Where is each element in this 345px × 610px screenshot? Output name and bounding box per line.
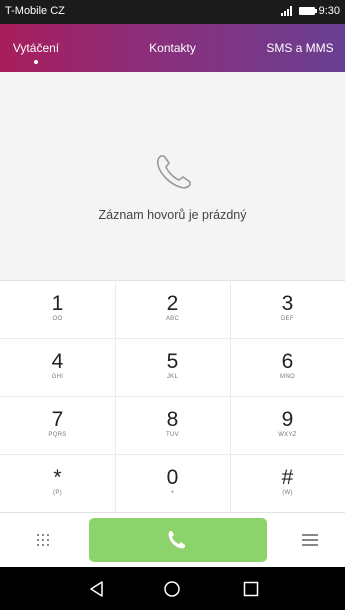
keypad-divider [0, 396, 345, 397]
tab-bar: Vytáčení Kontakty SMS a MMS [0, 24, 345, 72]
tab-contacts-label: Kontakty [149, 41, 196, 55]
clock: 9:30 [318, 5, 340, 17]
key-star[interactable]: * (P) [0, 455, 115, 513]
keypad-toggle-icon[interactable] [35, 532, 51, 548]
menu-icon[interactable] [302, 534, 318, 546]
key-letters: + [170, 490, 175, 496]
key-letters: ABC [165, 316, 180, 322]
key-letters: DEF [281, 316, 294, 322]
key-digit: 4 [51, 350, 64, 373]
key-digit: 0 [166, 466, 179, 489]
key-digit: 8 [166, 408, 179, 431]
key-5[interactable]: 5 JKL [115, 339, 230, 397]
battery-icon [298, 7, 317, 15]
dialer-action-bar [0, 512, 345, 568]
key-digit: 3 [281, 292, 294, 315]
home-icon[interactable] [161, 578, 183, 600]
phone-icon [168, 531, 185, 549]
key-letters: MNO [280, 374, 295, 380]
keypad-divider [0, 454, 345, 455]
key-digit: 7 [51, 408, 64, 431]
status-icons: 9:30 [280, 5, 340, 17]
key-9[interactable]: 9 WXYZ [230, 397, 345, 455]
status-bar: T-Mobile CZ 9:30 [0, 0, 345, 24]
key-digit: * [53, 466, 62, 489]
phone-icon [156, 155, 191, 189]
recent-apps-icon[interactable] [240, 578, 262, 600]
key-digit: # [281, 466, 294, 489]
key-digit: 5 [166, 350, 179, 373]
key-digit: 6 [281, 350, 294, 373]
system-nav-bar [0, 567, 345, 610]
key-4[interactable]: 4 GHI [0, 339, 115, 397]
tab-dialer[interactable]: Vytáčení [0, 24, 72, 72]
back-icon[interactable] [86, 578, 108, 600]
tab-messages-label: SMS a MMS [266, 41, 334, 55]
key-7[interactable]: 7 PQRS [0, 397, 115, 455]
key-letters: TUV [166, 432, 179, 438]
key-letters: (W) [282, 490, 293, 496]
key-6[interactable]: 6 MNO [230, 339, 345, 397]
call-button[interactable] [89, 518, 267, 562]
key-letters: OO [52, 316, 63, 322]
key-digit: 9 [281, 408, 294, 431]
key-2[interactable]: 2 ABC [115, 281, 230, 339]
key-letters: WXYZ [278, 432, 297, 438]
signal-icon [280, 6, 295, 16]
carrier-name: T-Mobile CZ [5, 5, 65, 17]
key-0[interactable]: 0 + [115, 455, 230, 513]
key-letters: JKL [166, 374, 179, 380]
keypad-divider [0, 338, 345, 339]
key-hash[interactable]: # (W) [230, 455, 345, 513]
tab-dialer-label: Vytáčení [12, 41, 60, 55]
active-tab-indicator [34, 60, 38, 64]
key-digit: 1 [51, 292, 64, 315]
key-letters: PQRS [48, 432, 67, 438]
key-1[interactable]: 1 OO [0, 281, 115, 339]
key-letters: (P) [53, 490, 62, 496]
tab-messages[interactable]: SMS a MMS [255, 24, 345, 72]
key-8[interactable]: 8 TUV [115, 397, 230, 455]
key-3[interactable]: 3 DEF [230, 281, 345, 339]
key-digit: 2 [166, 292, 179, 315]
empty-call-log-message: Záznam hovorů je prázdný [98, 208, 247, 222]
call-log-area: Záznam hovorů je prázdný [0, 72, 345, 280]
tab-contacts[interactable]: Kontakty [115, 24, 230, 72]
key-letters: GHI [51, 374, 64, 380]
